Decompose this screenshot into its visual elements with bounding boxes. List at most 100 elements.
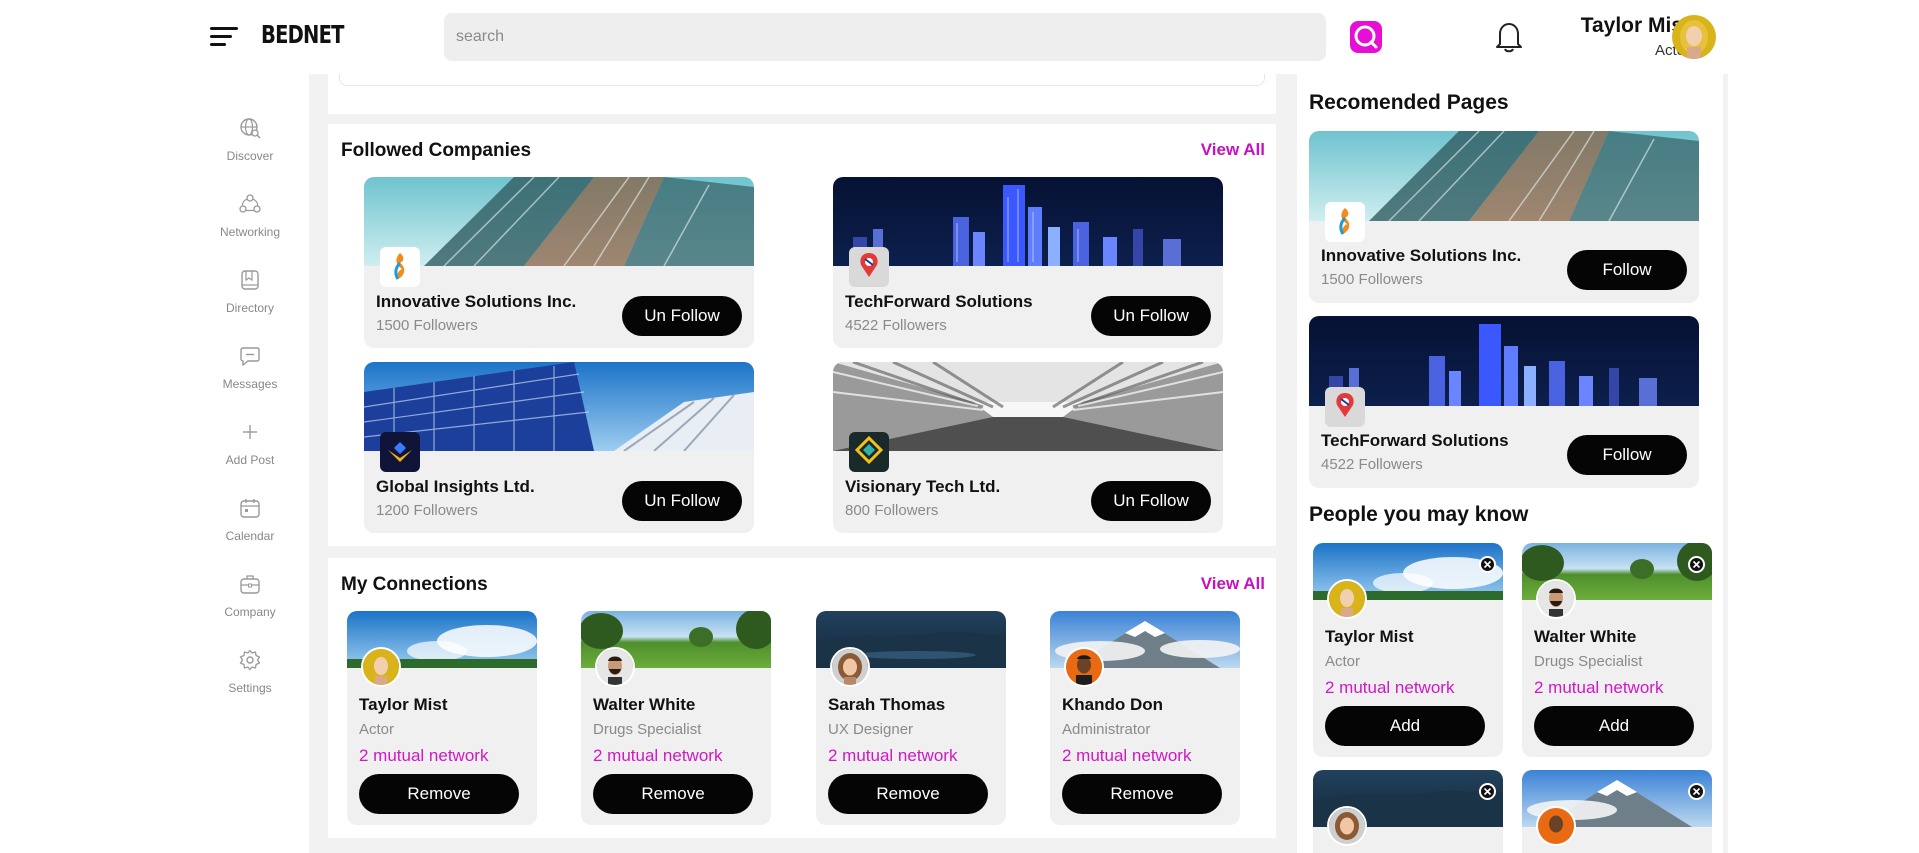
company-card[interactable]: Global Insights Ltd. 1200 Followers Un F… bbox=[364, 362, 754, 533]
suggestion-card[interactable]: Walter White Drugs Specialist 2 mutual n… bbox=[1522, 543, 1712, 757]
person-role: Actor bbox=[359, 721, 395, 738]
search-input[interactable] bbox=[444, 13, 1326, 61]
company-card[interactable]: TechForward Solutions 4522 Followers Un … bbox=[833, 177, 1223, 348]
gear-icon bbox=[239, 649, 261, 671]
company-followers: 800 Followers bbox=[845, 502, 939, 519]
company-followers: 4522 Followers bbox=[845, 317, 947, 334]
suggestion-card[interactable] bbox=[1522, 770, 1712, 853]
person-role: Actor bbox=[1325, 653, 1361, 670]
connection-card[interactable]: Taylor Mist Actor 2 mutual network Remov… bbox=[347, 611, 537, 825]
follow-button[interactable]: Follow bbox=[1567, 435, 1687, 475]
recommended-page-card[interactable]: Innovative Solutions Inc. 1500 Followers… bbox=[1309, 131, 1699, 303]
company-banner bbox=[364, 362, 754, 451]
sidebar-item-discover[interactable]: Discover bbox=[191, 117, 309, 187]
avatar[interactable] bbox=[595, 647, 635, 687]
remove-button[interactable]: Remove bbox=[359, 774, 519, 814]
sidebar-item-label: Calendar bbox=[225, 529, 275, 543]
suggestion-card[interactable] bbox=[1313, 770, 1503, 853]
user-role: Actor bbox=[1654, 42, 1690, 59]
avatar[interactable] bbox=[1536, 806, 1576, 846]
company-name[interactable]: TechForward Solutions bbox=[1321, 431, 1509, 451]
section-title: My Connections bbox=[341, 574, 488, 595]
mutual-network[interactable]: 2 mutual network bbox=[359, 746, 488, 766]
sidebar-item-label: Settings bbox=[228, 681, 272, 695]
mutual-network[interactable]: 2 mutual network bbox=[1325, 678, 1454, 698]
remove-button[interactable]: Remove bbox=[828, 774, 988, 814]
user-name[interactable]: Taylor Mist bbox=[1544, 14, 1690, 38]
close-icon[interactable] bbox=[1688, 556, 1705, 573]
company-name[interactable]: Innovative Solutions Inc. bbox=[376, 292, 576, 312]
suggestion-card[interactable]: Taylor Mist Actor 2 mutual network Add bbox=[1313, 543, 1503, 757]
person-role: Drugs Specialist bbox=[1534, 653, 1643, 670]
person-name[interactable]: Walter White bbox=[1534, 627, 1636, 647]
avatar[interactable] bbox=[1327, 806, 1367, 846]
sidebar-item-messages[interactable]: Messages bbox=[191, 345, 309, 415]
avatar[interactable] bbox=[1536, 579, 1576, 619]
sidebar-item-add-post[interactable]: Add Post bbox=[191, 421, 309, 491]
close-icon[interactable] bbox=[1688, 783, 1705, 800]
company-logo bbox=[849, 432, 889, 472]
person-role: Drugs Specialist bbox=[593, 721, 702, 738]
company-name[interactable]: Visionary Tech Ltd. bbox=[845, 477, 1000, 497]
my-connections-panel: My Connections View All Taylor Mist Acto… bbox=[328, 558, 1276, 838]
top-header: BEDNET Taylor Mist Actor bbox=[191, 0, 1728, 74]
avatar[interactable] bbox=[1327, 579, 1367, 619]
company-banner bbox=[833, 177, 1223, 266]
add-button[interactable]: Add bbox=[1534, 706, 1694, 746]
mutual-network[interactable]: 2 mutual network bbox=[1062, 746, 1191, 766]
avatar[interactable] bbox=[830, 647, 870, 687]
connection-card[interactable]: Sarah Thomas UX Designer 2 mutual networ… bbox=[816, 611, 1006, 825]
followed-companies-panel: Followed Companies View All Innovative S… bbox=[328, 124, 1276, 546]
book-icon bbox=[241, 270, 259, 290]
person-name[interactable]: Taylor Mist bbox=[359, 695, 447, 715]
remove-button[interactable]: Remove bbox=[593, 774, 753, 814]
sidebar-item-directory[interactable]: Directory bbox=[191, 269, 309, 339]
unfollow-button[interactable]: Un Follow bbox=[622, 296, 742, 336]
unfollow-button[interactable]: Un Follow bbox=[1091, 296, 1211, 336]
avatar[interactable] bbox=[1064, 647, 1104, 687]
app-logo[interactable]: BEDNET bbox=[261, 20, 344, 49]
unfollow-button[interactable]: Un Follow bbox=[1091, 481, 1211, 521]
close-icon[interactable] bbox=[1479, 556, 1496, 573]
company-banner bbox=[364, 177, 754, 266]
remove-button[interactable]: Remove bbox=[1062, 774, 1222, 814]
recommended-page-card[interactable]: TechForward Solutions 4522 Followers Fol… bbox=[1309, 316, 1699, 488]
sidebar-item-settings[interactable]: Settings bbox=[191, 649, 309, 719]
mutual-network[interactable]: 2 mutual network bbox=[593, 746, 722, 766]
company-name[interactable]: Global Insights Ltd. bbox=[376, 477, 535, 497]
mutual-network[interactable]: 2 mutual network bbox=[828, 746, 957, 766]
person-name[interactable]: Walter White bbox=[593, 695, 695, 715]
company-name[interactable]: Innovative Solutions Inc. bbox=[1321, 246, 1521, 266]
sidebar-item-calendar[interactable]: Calendar bbox=[191, 497, 309, 567]
follow-button[interactable]: Follow bbox=[1567, 250, 1687, 290]
connection-card[interactable]: Walter White Drugs Specialist 2 mutual n… bbox=[581, 611, 771, 825]
avatar[interactable] bbox=[1672, 15, 1716, 59]
network-icon bbox=[239, 194, 261, 213]
previous-panel bbox=[328, 74, 1276, 114]
add-button[interactable]: Add bbox=[1325, 706, 1485, 746]
search-button[interactable] bbox=[1350, 21, 1382, 53]
sidebar-item-label: Add Post bbox=[225, 453, 275, 467]
view-all-link[interactable]: View All bbox=[1201, 574, 1265, 594]
person-name[interactable]: Khando Don bbox=[1062, 695, 1163, 715]
company-logo bbox=[1325, 387, 1365, 427]
company-card[interactable]: Visionary Tech Ltd. 800 Followers Un Fol… bbox=[833, 362, 1223, 533]
menu-icon[interactable] bbox=[210, 26, 238, 48]
sidebar-item-company[interactable]: Company bbox=[191, 573, 309, 643]
avatar[interactable] bbox=[361, 647, 401, 687]
bell-icon[interactable] bbox=[1494, 20, 1524, 54]
connection-card[interactable]: Khando Don Administrator 2 mutual networ… bbox=[1050, 611, 1240, 825]
app-shell: BEDNET Taylor Mist Actor Discover bbox=[191, 0, 1728, 853]
company-card[interactable]: Innovative Solutions Inc. 1500 Followers… bbox=[364, 177, 754, 348]
sidebar-item-networking[interactable]: Networking bbox=[191, 193, 309, 263]
sidebar-item-label: Directory bbox=[225, 301, 274, 315]
person-name[interactable]: Taylor Mist bbox=[1325, 627, 1413, 647]
sidebar-item-label: Messages bbox=[222, 377, 278, 391]
company-name[interactable]: TechForward Solutions bbox=[845, 292, 1033, 312]
unfollow-button[interactable]: Un Follow bbox=[622, 481, 742, 521]
company-logo bbox=[1325, 202, 1365, 242]
view-all-link[interactable]: View All bbox=[1201, 140, 1265, 160]
close-icon[interactable] bbox=[1479, 783, 1496, 800]
person-name[interactable]: Sarah Thomas bbox=[828, 695, 945, 715]
mutual-network[interactable]: 2 mutual network bbox=[1534, 678, 1663, 698]
